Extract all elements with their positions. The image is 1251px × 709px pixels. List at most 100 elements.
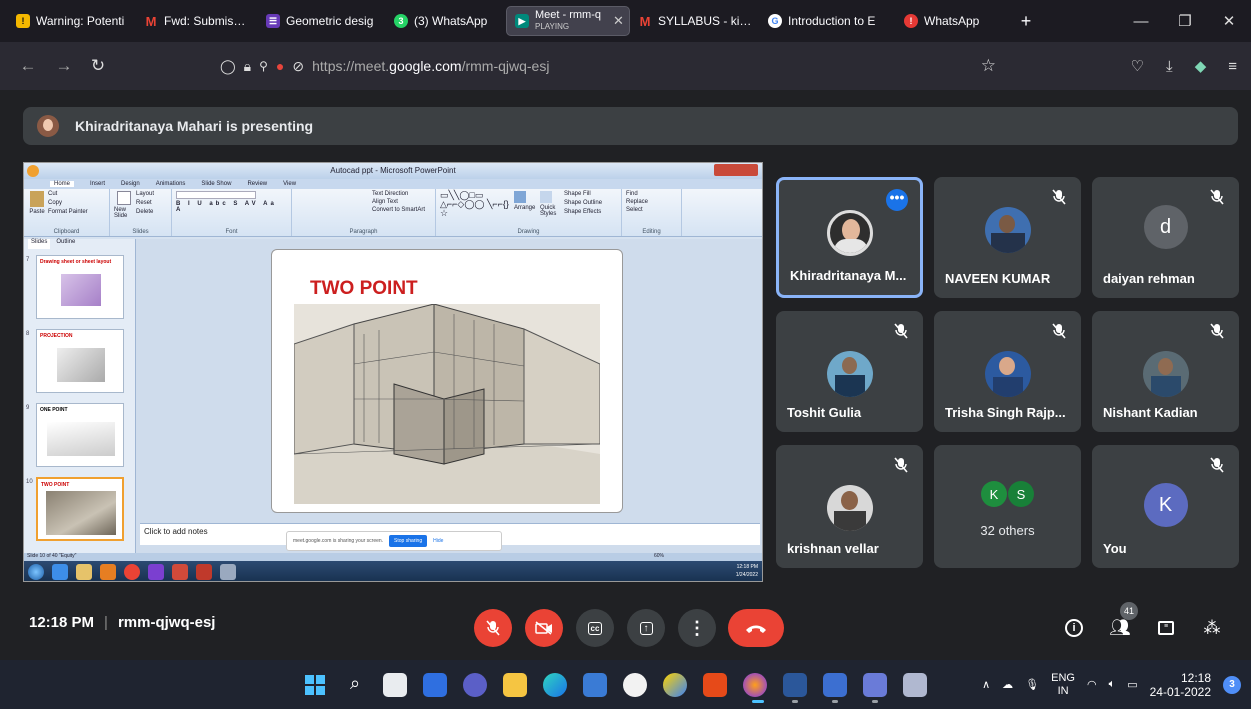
- task-view-icon[interactable]: [383, 673, 407, 697]
- participant-tile[interactable]: NAVEEN KUMAR: [934, 177, 1081, 298]
- cloud-icon[interactable]: ☁: [1002, 678, 1013, 691]
- download-icon[interactable]: ⤓: [1166, 58, 1173, 75]
- tab-warning[interactable]: ! Warning: Potenti: [8, 6, 136, 36]
- close-window-icon[interactable]: ✕: [1207, 0, 1251, 42]
- more-options-icon[interactable]: •••: [886, 189, 908, 211]
- ppt-group-font: B I U abc S AV Aa A Font: [172, 189, 292, 236]
- chatgpt-icon[interactable]: [623, 673, 647, 697]
- teams-icon[interactable]: [463, 673, 487, 697]
- others-tile[interactable]: K S 32 others: [934, 445, 1081, 568]
- word-icon[interactable]: [783, 673, 807, 697]
- participant-tile[interactable]: Trisha Singh Rajp...: [934, 311, 1081, 432]
- new-tab-button[interactable]: +: [1006, 6, 1046, 36]
- pocket-icon[interactable]: ♡: [1131, 57, 1144, 75]
- people-button[interactable]: 👥︎ 41: [1104, 602, 1138, 644]
- present-now-button[interactable]: ↑: [627, 609, 665, 647]
- language-indicator[interactable]: ENG IN: [1051, 672, 1075, 698]
- restore-icon[interactable]: ❐: [1163, 0, 1207, 42]
- volume-icon[interactable]: 🔈︎: [1109, 678, 1116, 691]
- reload-icon[interactable]: ↻: [84, 56, 112, 76]
- app-icon[interactable]: [663, 673, 687, 697]
- app-icon[interactable]: [823, 673, 847, 697]
- tab-whatsapp-2[interactable]: ! WhatsApp: [896, 6, 1006, 36]
- mic-toggle-button[interactable]: [474, 609, 512, 647]
- notification-badge[interactable]: 3: [1223, 675, 1241, 694]
- chevron-up-icon[interactable]: ∧: [982, 678, 990, 691]
- present-icon: ↑: [639, 621, 653, 635]
- more-options-button[interactable]: ⋮: [678, 609, 716, 647]
- extension-icon[interactable]: ◆: [1195, 57, 1207, 75]
- lock-icon[interactable]: 🔒︎: [244, 58, 251, 75]
- group-label: Slides: [132, 229, 149, 235]
- edge-icon[interactable]: [543, 673, 567, 697]
- activities-icon: ⁂: [1203, 618, 1221, 637]
- tab-whatsapp[interactable]: 3 (3) WhatsApp: [386, 6, 506, 36]
- participant-name: Khiradritanaya M...: [790, 268, 907, 283]
- group-label: Font: [225, 229, 238, 235]
- participant-tile[interactable]: Nishant Kadian: [1092, 311, 1239, 432]
- store-icon[interactable]: [583, 673, 607, 697]
- forward-icon[interactable]: →: [50, 56, 78, 76]
- wifi-icon[interactable]: ◠: [1087, 678, 1097, 691]
- arrange-icon: [514, 191, 526, 203]
- close-tab-icon[interactable]: ✕: [613, 13, 624, 29]
- quick-styles-icon: [540, 191, 552, 203]
- microphone-icon[interactable]: 🎙︎: [1025, 678, 1039, 691]
- bookmark-star-icon[interactable]: ☆: [981, 56, 996, 76]
- office-icon[interactable]: [703, 673, 727, 697]
- warning-icon: !: [16, 14, 30, 28]
- shield-icon[interactable]: ◯: [220, 58, 236, 75]
- camera-toggle-button[interactable]: [525, 609, 563, 647]
- participant-tile[interactable]: d daiyan rehman: [1092, 177, 1239, 298]
- app-icon[interactable]: [903, 673, 927, 697]
- menu-icon[interactable]: ≡: [1228, 58, 1237, 75]
- app-icon[interactable]: [863, 673, 887, 697]
- start-icon[interactable]: [303, 673, 327, 697]
- permissions-icon[interactable]: ⚲: [259, 59, 268, 73]
- ppt-tab-view: View: [283, 181, 297, 187]
- meeting-info: 12:18 PM | rmm-qjwq-esj: [29, 614, 215, 631]
- url-bar[interactable]: ◯ 🔒︎ ⚲ ● ⊘ https://meet.google.com/rmm-q…: [208, 48, 1008, 84]
- firefox-icon[interactable]: [743, 673, 767, 697]
- ppt-tab-slideshow: Slide Show: [201, 181, 232, 187]
- file-explorer-icon[interactable]: [503, 673, 527, 697]
- gmail-icon: M: [145, 13, 157, 29]
- back-icon[interactable]: ←: [14, 56, 42, 76]
- minimize-icon[interactable]: —: [1119, 0, 1163, 42]
- self-tile[interactable]: K You: [1092, 445, 1239, 568]
- meeting-details-button[interactable]: i: [1058, 612, 1090, 644]
- activities-button[interactable]: ⁂: [1196, 612, 1228, 644]
- tab-meet[interactable]: ▶ Meet - rmm-q PLAYING ✕: [506, 6, 630, 36]
- camera-blocked-icon[interactable]: ⊘: [292, 58, 304, 75]
- participant-tile-presenter[interactable]: ••• Khiradritanaya M...: [776, 177, 923, 298]
- participant-tile[interactable]: Toshit Gulia: [776, 311, 923, 432]
- toolbar-right: ♡ ⤓ ◆ ≡: [1131, 42, 1237, 90]
- tab-gmail-syllabus[interactable]: M SYLLABUS - kiran: [630, 6, 760, 36]
- tab-introduction[interactable]: G Introduction to E: [760, 6, 896, 36]
- leave-call-button[interactable]: [728, 609, 784, 647]
- url-path: /rmm-qjwq-esj: [461, 58, 550, 74]
- pane-tab-outline: Outline: [56, 239, 76, 245]
- widgets-icon[interactable]: [423, 673, 447, 697]
- chat-button[interactable]: ≡: [1150, 612, 1182, 644]
- tab-label: (3) WhatsApp: [414, 14, 488, 28]
- other-participant-initial: K: [981, 481, 1007, 507]
- microphone-permission-icon[interactable]: ●: [276, 58, 284, 74]
- captions-button[interactable]: cc: [576, 609, 614, 647]
- screen-share-bar: meet.google.com is sharing your screen. …: [286, 531, 502, 551]
- new-tab-label: +: [1020, 10, 1032, 31]
- tab-label: Introduction to E: [788, 14, 876, 28]
- shared-screen[interactable]: Autocad ppt - Microsoft PowerPoint Home …: [23, 162, 763, 582]
- clock[interactable]: 12:18 24-01-2022: [1150, 671, 1211, 699]
- ppt-window-controls: [714, 164, 758, 176]
- media-icon: [100, 564, 116, 580]
- tab-forms[interactable]: ☰ Geometric desig: [258, 6, 386, 36]
- other-participant-initial: S: [1008, 481, 1034, 507]
- tab-gmail-fwd[interactable]: M Fwd: Submission: [136, 6, 258, 36]
- thumb-graphic: [57, 348, 105, 382]
- notes-placeholder: Click to add notes: [144, 527, 208, 536]
- battery-icon[interactable]: ▭: [1127, 678, 1137, 691]
- format-painter-label: Format Painter: [48, 209, 88, 215]
- participant-tile[interactable]: krishnan vellar: [776, 445, 923, 568]
- search-icon[interactable]: ⌕: [343, 673, 367, 697]
